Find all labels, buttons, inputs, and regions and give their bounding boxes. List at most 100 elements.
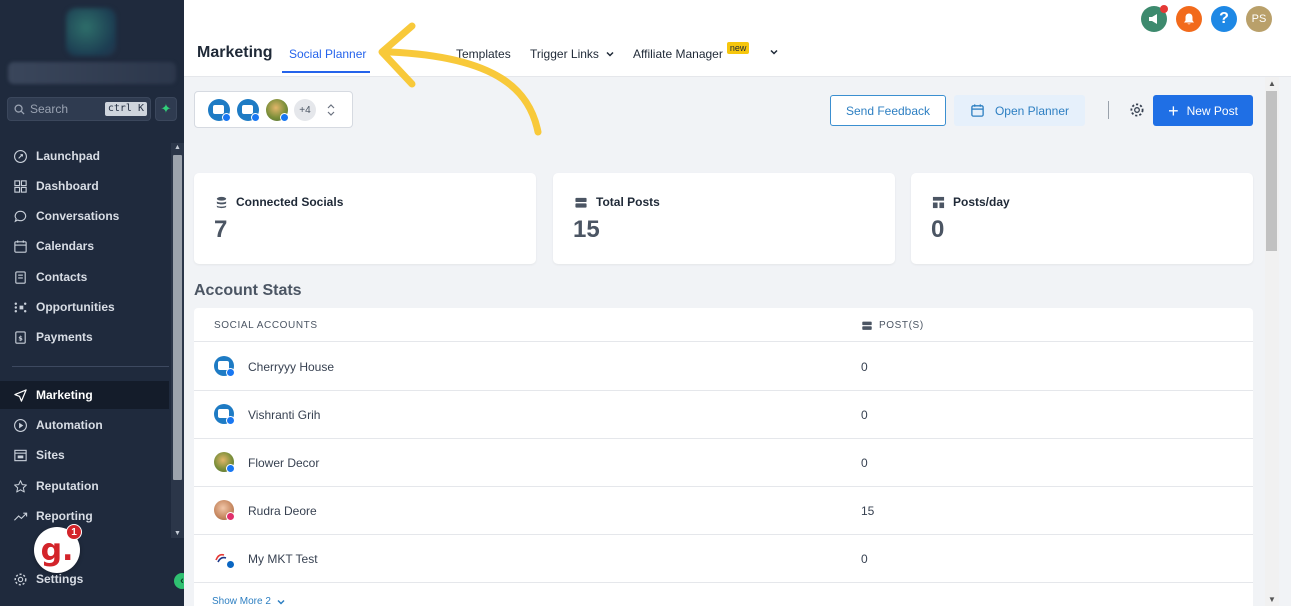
- notifications-bell-icon[interactable]: [1176, 6, 1202, 32]
- account-avatar: [237, 99, 260, 122]
- facebook-icon: [222, 113, 231, 122]
- scroll-up-icon[interactable]: ▲: [1268, 79, 1276, 88]
- send-feedback-button[interactable]: Send Feedback: [830, 95, 946, 126]
- stat-card-total-posts: Total Posts 15: [553, 173, 895, 264]
- calendar-icon: [14, 239, 27, 253]
- sidebar-item-reporting[interactable]: Reporting: [0, 502, 169, 530]
- search-shortcut: ctrl K: [104, 102, 147, 116]
- server-icon: [862, 321, 872, 330]
- show-more-link[interactable]: Show More 2: [212, 596, 286, 606]
- facebook-icon: [251, 113, 260, 122]
- plus-icon: +: [1168, 100, 1179, 121]
- table-row[interactable]: Cherryyy House 0: [194, 343, 1253, 391]
- account-switcher[interactable]: [8, 62, 176, 84]
- account-avatar: [214, 548, 235, 569]
- sidebar-item-label: Sites: [36, 448, 65, 462]
- stat-value: 15: [573, 216, 600, 243]
- stat-card-posts-per-day: Posts/day 0: [911, 173, 1253, 264]
- unread-dot: [1160, 5, 1168, 13]
- scroll-up-icon[interactable]: ▲: [174, 144, 181, 151]
- account-selector[interactable]: +4: [194, 91, 353, 128]
- new-post-label: New Post: [1186, 103, 1238, 118]
- table-header: SOCIAL ACCOUNTS POST(S): [194, 308, 1253, 342]
- sidebar-item-payments[interactable]: $ Payments: [0, 323, 169, 351]
- column-header-accounts: SOCIAL ACCOUNTS: [214, 320, 318, 331]
- tab-social-planner[interactable]: Social Planner: [289, 47, 366, 61]
- sidebar-scrollbar[interactable]: ▲ ▼: [171, 143, 184, 538]
- table-row[interactable]: Vishranti Grih 0: [194, 391, 1253, 439]
- send-icon: [14, 388, 27, 402]
- sidebar-item-label: Conversations: [36, 209, 120, 223]
- table-row[interactable]: Rudra Deore 15: [194, 487, 1253, 535]
- settings-gear-icon[interactable]: [1129, 102, 1145, 118]
- sidebar-divider: [12, 366, 169, 367]
- sidebar-item-reputation[interactable]: Reputation: [0, 472, 169, 500]
- facebook-icon: [226, 416, 235, 425]
- scrollbar-thumb[interactable]: [173, 155, 182, 480]
- open-planner-label: Open Planner: [994, 103, 1070, 118]
- sidebar-item-label: Marketing: [36, 388, 93, 402]
- open-planner-button[interactable]: Open Planner: [954, 95, 1085, 126]
- sidebar-item-sites[interactable]: Sites: [0, 441, 169, 469]
- post-count: 0: [861, 408, 868, 422]
- sidebar-item-label: Payments: [36, 330, 93, 344]
- linkedin-icon: [226, 560, 235, 569]
- sidebar-item-opportunities[interactable]: Opportunities: [0, 293, 169, 321]
- post-count: 0: [861, 456, 868, 470]
- account-avatar: [214, 356, 235, 377]
- star-icon: [14, 479, 27, 492]
- sidebar: Search ctrl K ✦ Launchpad Dashboard Conv…: [0, 0, 190, 606]
- column-header-label: POST(S): [879, 320, 924, 331]
- facebook-icon: [280, 113, 289, 122]
- new-post-button[interactable]: + New Post: [1153, 95, 1253, 126]
- stat-label: Posts/day: [953, 195, 1010, 209]
- sidebar-item-launchpad[interactable]: Launchpad: [0, 142, 169, 170]
- instagram-icon: [226, 512, 235, 521]
- scroll-down-icon[interactable]: ▼: [1268, 595, 1276, 604]
- quick-action-bolt-icon[interactable]: ✦: [155, 97, 177, 121]
- chat-icon: [14, 210, 27, 222]
- sidebar-item-contacts[interactable]: Contacts: [0, 263, 169, 291]
- chevron-down-icon: [606, 51, 614, 57]
- new-badge: new: [726, 42, 750, 54]
- notification-count-badge: 1: [66, 524, 82, 540]
- stat-value: 0: [931, 216, 945, 243]
- account-stats-table: SOCIAL ACCOUNTS POST(S) Cherryyy House 0…: [194, 308, 1253, 606]
- table-row[interactable]: Flower Decor 0: [194, 439, 1253, 487]
- table-row[interactable]: My MKT Test 0: [194, 535, 1253, 583]
- more-accounts-count: +4: [294, 99, 316, 121]
- facebook-icon: [226, 464, 235, 473]
- tab-affiliate-manager[interactable]: Affiliate Manager new: [633, 42, 750, 61]
- page-scrollbar[interactable]: ▲ ▼: [1265, 77, 1279, 606]
- sidebar-item-settings[interactable]: Settings: [0, 565, 169, 593]
- tab-templates[interactable]: Templates: [456, 47, 511, 61]
- sidebar-item-marketing[interactable]: Marketing: [0, 381, 169, 409]
- sidebar-item-label: Opportunities: [36, 300, 115, 314]
- sidebar-item-calendars[interactable]: Calendars: [0, 232, 169, 260]
- sidebar-item-automation[interactable]: Automation: [0, 411, 169, 439]
- tab-label: Trigger Links: [530, 47, 599, 61]
- main-content: +4 Send Feedback Open Planner + New Post…: [184, 77, 1265, 606]
- show-more-label: Show More 2: [212, 596, 271, 606]
- active-tab-underline: [282, 71, 370, 73]
- calendar-icon: [971, 104, 984, 117]
- post-count: 0: [861, 552, 868, 566]
- layout-icon: [932, 196, 945, 208]
- tab-trigger-links[interactable]: Trigger Links: [530, 47, 615, 61]
- more-tabs-dropdown[interactable]: [769, 47, 779, 57]
- filter-icon: [14, 302, 27, 312]
- agency-logo[interactable]: [66, 8, 116, 56]
- user-avatar[interactable]: PS: [1246, 6, 1272, 32]
- scroll-down-icon[interactable]: ▼: [174, 530, 181, 537]
- facebook-icon: [226, 368, 235, 377]
- rocket-icon: [14, 149, 27, 163]
- help-icon[interactable]: ?: [1211, 6, 1237, 32]
- column-header-posts: POST(S): [861, 320, 924, 331]
- sidebar-item-conversations[interactable]: Conversations: [0, 202, 169, 230]
- stat-value: 7: [214, 216, 228, 243]
- sidebar-item-label: Reporting: [36, 509, 93, 523]
- search-input[interactable]: Search ctrl K: [7, 97, 151, 121]
- scrollbar-thumb[interactable]: [1266, 91, 1277, 251]
- search-icon: [14, 103, 25, 115]
- sidebar-item-dashboard[interactable]: Dashboard: [0, 172, 169, 200]
